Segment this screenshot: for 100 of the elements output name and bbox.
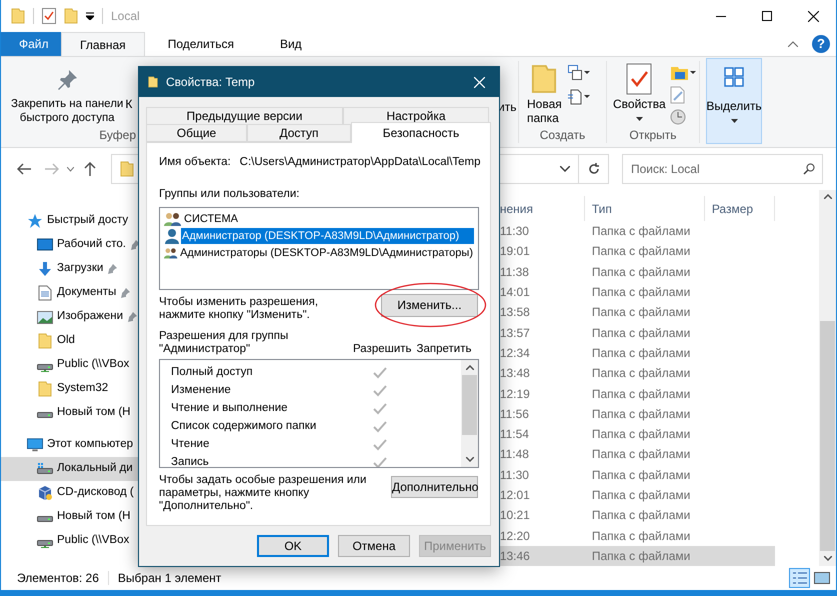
folder-icon — [64, 8, 78, 24]
chevron-down-icon[interactable] — [67, 166, 74, 172]
table-cell-text: 12:01 — [498, 487, 531, 504]
dialog-tab[interactable]: Предыдущие версии — [146, 107, 343, 125]
dialog-tab[interactable]: Безопасность — [351, 122, 491, 143]
nav-item[interactable]: Public (\\VBox — [1, 353, 138, 377]
permission-name: Полный доступ — [171, 364, 254, 380]
folder-icon — [11, 8, 25, 24]
checklist-icon[interactable] — [42, 8, 56, 24]
file-row[interactable]: 19:01 Папка с файлами — [498, 241, 775, 262]
file-row[interactable]: 11:56 Папка с файлами — [498, 404, 775, 424]
caret-icon — [636, 117, 643, 121]
file-row[interactable]: 11:48 Папка с файлами — [498, 444, 775, 465]
table-cell-text: Папка с файлами — [590, 284, 690, 302]
nav-item[interactable]: Локальный ди — [1, 457, 138, 481]
table-cell-text: Папка с файлами — [590, 466, 690, 484]
file-row[interactable]: 11:54 Папка с файлами — [498, 424, 775, 444]
new-item-icon[interactable] — [568, 65, 590, 81]
dialog-button[interactable]: OK — [257, 535, 329, 557]
file-row[interactable]: 11:30 Папка с файлами — [498, 221, 775, 242]
file-row[interactable]: 12:20 Папка с файлами — [498, 525, 775, 546]
folder-icon — [38, 381, 52, 397]
dropdown-icon[interactable] — [86, 12, 94, 20]
ribbon-tab[interactable]: Главная — [61, 32, 145, 56]
nav-item[interactable]: Документы — [1, 281, 138, 305]
nav-item[interactable]: Public (\\VBox — [1, 529, 138, 553]
new-folder-button[interactable]: Новая папка — [527, 63, 562, 126]
file-row[interactable]: 11:38 Папка с файлами — [498, 262, 775, 282]
history-icon[interactable] — [670, 109, 686, 125]
advanced-button[interactable]: Дополнительно — [391, 476, 478, 498]
scrollbar[interactable] — [819, 190, 836, 566]
file-row[interactable]: 13:48 Папка с файлами — [498, 363, 775, 384]
scroll-down-icon[interactable] — [824, 556, 832, 561]
nav-item[interactable]: Old — [1, 329, 138, 353]
refresh-button[interactable] — [579, 154, 609, 184]
chevron-down-icon[interactable] — [560, 166, 570, 172]
nav-item[interactable]: Быстрый досту — [1, 209, 138, 233]
file-row[interactable]: 12:34 Папка с файлами — [498, 342, 775, 364]
file-row[interactable]: 11:30 Папка с файлами — [498, 464, 775, 485]
properties-button[interactable]: Свойства — [613, 63, 666, 126]
column-header[interactable]: Размер — [712, 200, 754, 218]
nav-item[interactable]: Этот компьютер — [1, 433, 138, 457]
details-view-button[interactable] — [789, 568, 810, 588]
table-cell-text: Папка с файлами — [590, 426, 690, 444]
list-item[interactable]: Администраторы (DESKTOP-A83M9LD\Администраторы) — [179, 245, 474, 261]
file-row[interactable]: 12:01 Папка с файлами — [498, 484, 775, 506]
column-header[interactable]: нения — [500, 200, 533, 218]
file-row[interactable]: 13:57 Папка с файлами — [498, 322, 775, 343]
column-header[interactable]: Тип — [592, 200, 612, 218]
table-cell-text: 12:19 — [498, 386, 531, 403]
help-icon[interactable]: ? — [812, 35, 830, 53]
ribbon-tab[interactable]: Поделиться — [144, 32, 257, 56]
table-cell-text: Папка с файлами — [590, 365, 690, 382]
nav-item[interactable]: Новый том (H — [1, 505, 138, 529]
ribbon-tab[interactable]: Вид — [256, 32, 325, 56]
file-row[interactable]: 14:01 Папка с файлами — [498, 282, 775, 302]
change-button[interactable]: Изменить... — [381, 294, 478, 316]
nav-item[interactable]: Загрузки — [1, 257, 138, 281]
scroll-up-icon[interactable] — [466, 364, 474, 370]
dialog-tab[interactable]: Общие — [146, 124, 247, 142]
nav-item[interactable]: Рабочий сто. — [1, 233, 138, 257]
nav-item[interactable]: System32 — [1, 377, 138, 401]
table-cell-text: 11:30 — [498, 223, 530, 240]
file-row[interactable]: 12:19 Папка с файлами — [498, 383, 775, 404]
scrollbar[interactable] — [461, 360, 478, 466]
ribbon-tab[interactable]: Файл — [1, 32, 61, 56]
thumbnail-view-button[interactable] — [814, 572, 830, 584]
principals-list[interactable]: СИСТЕМА Администратор (DESKTOP-A83M9LD\Администратор) Администраторы (DESKTOP-A83M9LD\Администраторы) — [159, 206, 479, 290]
table-cell-text: 11:48 — [498, 446, 530, 464]
scroll-up-icon[interactable] — [824, 194, 832, 199]
scroll-down-icon[interactable] — [466, 456, 474, 462]
search-field[interactable]: Поиск: Local — [622, 154, 823, 184]
table-cell-text: 11:56 — [498, 406, 530, 423]
list-item[interactable]: СИСТЕМА — [183, 211, 239, 227]
nav-item[interactable]: Новый том (H — [1, 401, 138, 425]
back-icon[interactable] — [17, 163, 31, 175]
collapse-ribbon-icon[interactable] — [788, 41, 798, 47]
folder-icon — [531, 63, 558, 95]
deny-column-header: Запретить — [416, 342, 472, 356]
select-button[interactable]: Выделить — [706, 58, 762, 144]
table-cell-text: 12:20 — [498, 528, 531, 545]
file-row[interactable]: 13:46 Папка с файлами — [498, 546, 775, 566]
window-title: Local — [111, 8, 140, 25]
pin-button[interactable]: Закрепить на панели быстрого доступа — [11, 69, 124, 125]
file-row[interactable]: 13:58 Папка с файлами — [498, 302, 775, 322]
group-label: Создать — [538, 127, 586, 144]
status-text: Выбран 1 элемент — [118, 570, 222, 587]
star-icon — [27, 213, 43, 229]
dialog-button[interactable]: Отмена — [338, 535, 410, 557]
nav-item[interactable]: CD-дисковод ( — [1, 481, 138, 505]
open-folder-icon[interactable] — [670, 65, 696, 81]
user-icon — [164, 228, 180, 244]
ribbon-button-label[interactable]: К — [125, 97, 132, 111]
easy-access-icon[interactable] — [568, 89, 590, 105]
file-row[interactable]: 10:21 Папка с файлами — [498, 505, 775, 526]
list-item[interactable]: Администратор (DESKTOP-A83M9LD\Администратор) — [181, 228, 474, 244]
nav-item[interactable]: Изображени — [1, 305, 138, 329]
dialog-tab[interactable]: Доступ — [247, 124, 351, 142]
up-icon[interactable] — [84, 162, 96, 176]
table-cell-text: Папка с файлами — [590, 223, 690, 240]
